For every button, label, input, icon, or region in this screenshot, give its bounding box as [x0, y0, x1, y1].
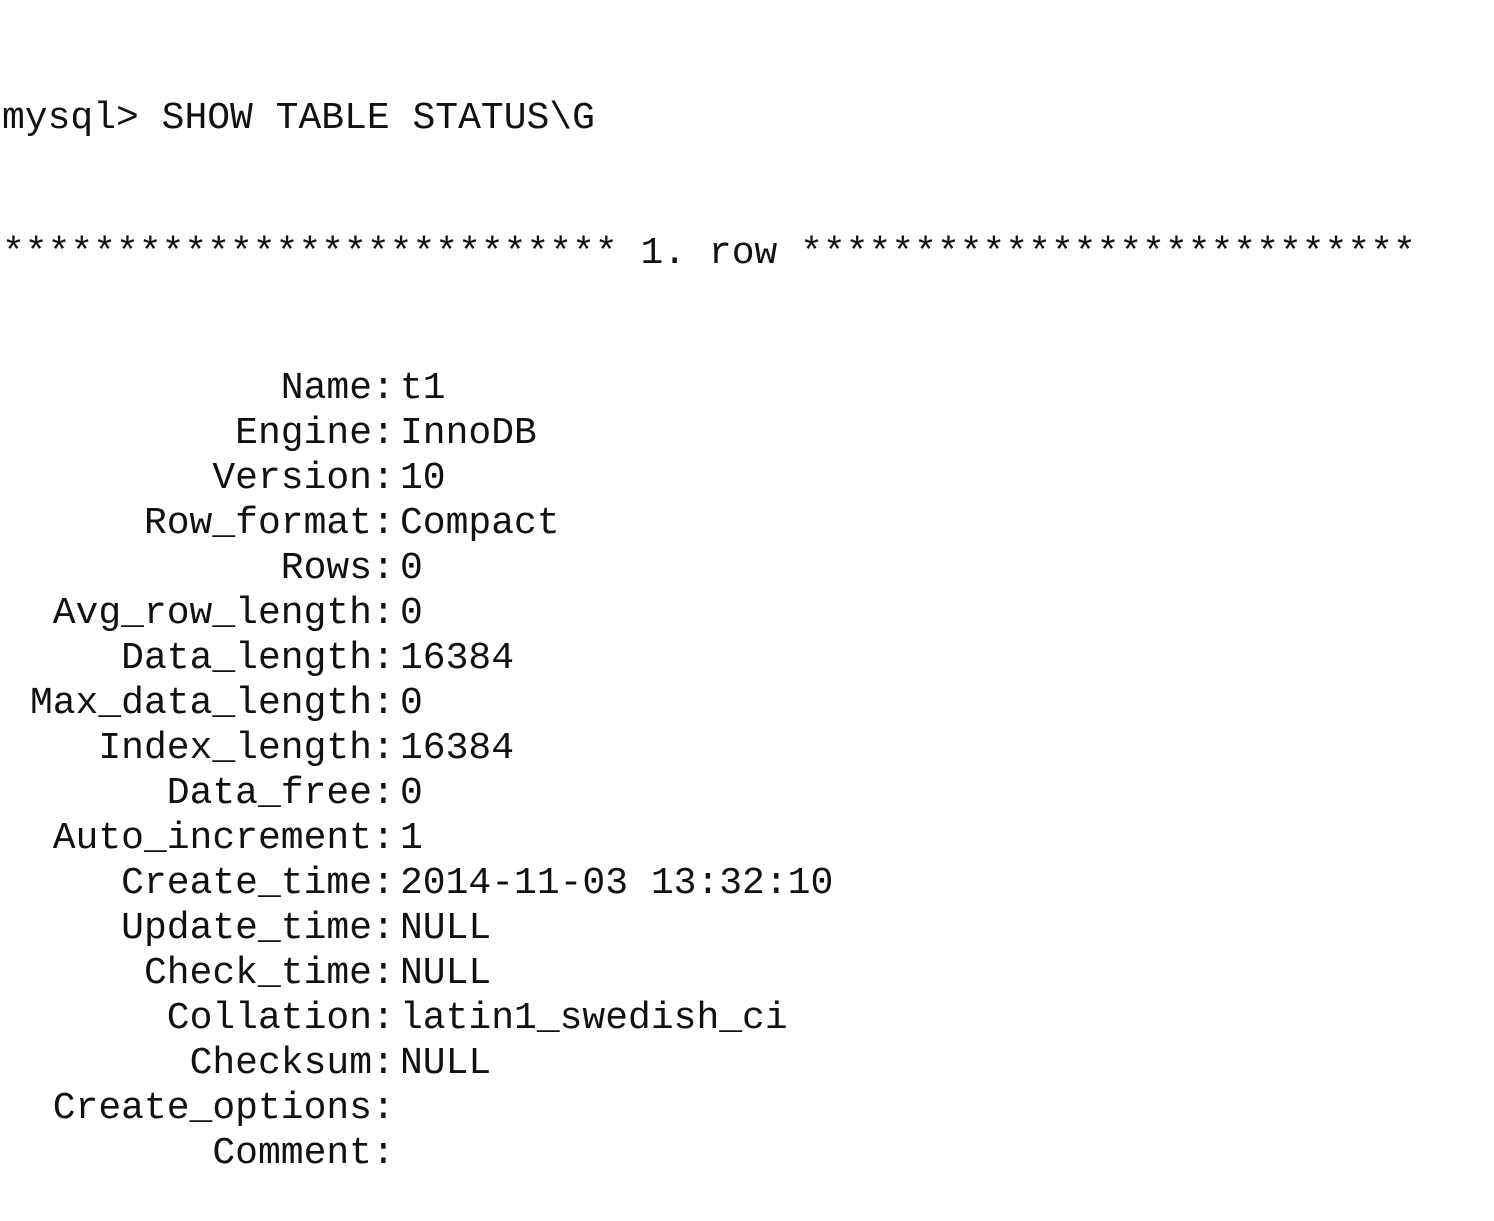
field-key: Rows [280, 547, 372, 590]
field-value: 16384 [400, 727, 515, 770]
field-key: Max_data_length [29, 682, 372, 725]
field-value: 0 [400, 547, 423, 590]
field-key: Data_length [121, 637, 372, 680]
field-row: Row_format: Compact [0, 501, 1494, 546]
field-key: Name [280, 367, 372, 410]
field-key: Create_time [121, 862, 372, 905]
field-value: InnoDB [400, 412, 537, 455]
field-row: Rows:0 [0, 546, 1494, 591]
field-value: 0 [400, 682, 423, 725]
field-key: Index_length [98, 727, 372, 770]
field-row: Checksum: NULL [0, 1041, 1494, 1086]
field-row: Check_time: NULL [0, 951, 1494, 996]
field-value: Compact [400, 502, 560, 545]
field-key: Version [212, 457, 372, 500]
field-value: 16384 [400, 637, 515, 680]
field-colon: : [372, 547, 395, 590]
field-key: Check_time [143, 952, 372, 995]
field-colon: : [372, 1042, 395, 1085]
field-colon: : [372, 952, 395, 995]
field-colon: : [372, 997, 395, 1040]
field-row: Collation: latin1_swedish_ci [0, 996, 1494, 1041]
field-key: Update_time [121, 907, 372, 950]
field-key: Auto_increment [52, 817, 372, 860]
field-key: Engine [235, 412, 372, 455]
field-value: 1 [400, 817, 423, 860]
field-value: t1 [400, 367, 446, 410]
field-value: 0 [400, 592, 423, 635]
row-separator: *************************** 1. row *****… [2, 232, 1416, 275]
field-row: Auto_increment:1 [0, 816, 1494, 861]
field-value: 2014-11-03 13:32:10 [400, 862, 834, 905]
field-value: latin1_swedish_ci [400, 997, 788, 1040]
field-row: Data_free:0 [0, 771, 1494, 816]
field-key: Comment [212, 1132, 372, 1175]
field-row: Create_options: [0, 1086, 1494, 1131]
field-colon: : [372, 862, 395, 905]
field-colon: : [372, 727, 395, 770]
field-row: Version:10 [0, 456, 1494, 501]
field-row: Update_time: NULL [0, 906, 1494, 951]
field-colon: : [372, 592, 395, 635]
field-row: Avg_row_length:0 [0, 591, 1494, 636]
field-row: Name: t1 [0, 366, 1494, 411]
field-colon: : [372, 457, 395, 500]
field-colon: : [372, 772, 395, 815]
field-key: Create_options [52, 1087, 372, 1130]
field-colon: : [372, 1087, 395, 1130]
field-list: Name: t1 Engine: InnoDB Version:10 Row_format… [0, 366, 1494, 1176]
field-colon: : [372, 817, 395, 860]
field-colon: : [372, 412, 395, 455]
field-key: Data_free [166, 772, 372, 815]
field-colon: : [372, 682, 395, 725]
field-colon: : [372, 637, 395, 680]
field-key: Collation [166, 997, 372, 1040]
field-row: Data_length:16384 [0, 636, 1494, 681]
field-colon: : [372, 367, 395, 410]
field-row: Engine: InnoDB [0, 411, 1494, 456]
field-value: 0 [400, 772, 423, 815]
field-value: NULL [400, 1042, 492, 1085]
terminal-output[interactable]: mysql> SHOW TABLE STATUS\G *************… [0, 6, 1494, 1221]
field-row: Create_time:2014-11-03 13:32:10 [0, 861, 1494, 906]
field-value: NULL [400, 952, 492, 995]
mysql-prompt: mysql> [2, 97, 139, 140]
field-key: Row_format [143, 502, 372, 545]
field-row: Comment: [0, 1131, 1494, 1176]
command-line: mysql> SHOW TABLE STATUS\G [0, 96, 1494, 141]
field-value: 10 [400, 457, 446, 500]
field-row: Index_length:16384 [0, 726, 1494, 771]
field-value: NULL [400, 907, 492, 950]
command-text: SHOW TABLE STATUS\G [161, 97, 595, 140]
field-colon: : [372, 907, 395, 950]
field-key: Avg_row_length [52, 592, 372, 635]
field-colon: : [372, 1132, 395, 1175]
field-key: Checksum [189, 1042, 372, 1085]
field-row: Max_data_length:0 [0, 681, 1494, 726]
field-colon: : [372, 502, 395, 545]
